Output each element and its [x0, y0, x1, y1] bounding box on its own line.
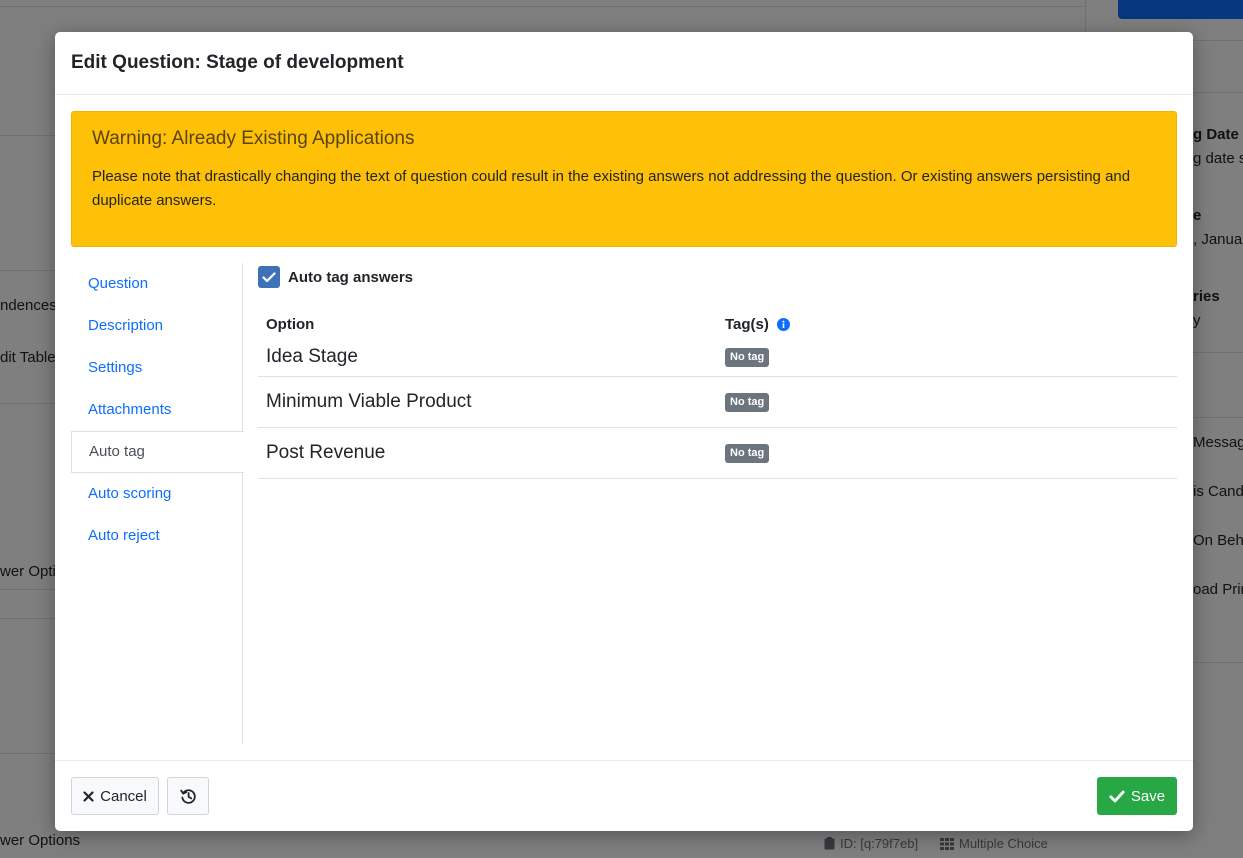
modal-footer: Cancel Save: [55, 760, 1193, 831]
tag-cell: No tag: [725, 347, 770, 367]
tag-cell: No tag: [725, 392, 770, 412]
table-row: Minimum Viable Product No tag: [258, 377, 1177, 428]
table-row: Post Revenue No tag: [258, 428, 1177, 479]
nav-item-description[interactable]: Description: [71, 305, 242, 347]
column-header-tags-label: Tag(s): [725, 316, 769, 333]
option-label: Minimum Viable Product: [266, 391, 472, 412]
edit-question-modal: Edit Question: Stage of development Warn…: [55, 32, 1193, 831]
auto-tag-toggle-row: Auto tag answers: [258, 265, 1177, 289]
auto-tag-checkbox[interactable]: [258, 266, 280, 288]
modal-title: Edit Question: Stage of development: [71, 52, 404, 73]
tag-cell: No tag: [725, 443, 770, 463]
option-label: Idea Stage: [266, 345, 358, 367]
check-icon: [1109, 790, 1125, 802]
save-button-label: Save: [1130, 787, 1166, 805]
auto-tag-panel: Auto tag answers Option Tag(s) Idea Stag…: [258, 263, 1177, 479]
no-tag-badge[interactable]: No tag: [725, 347, 770, 367]
table-row: Idea Stage No tag: [258, 337, 1177, 377]
save-button[interactable]: Save: [1097, 777, 1177, 815]
checkmark-icon: [262, 271, 276, 282]
cancel-button[interactable]: Cancel: [71, 777, 159, 815]
question-settings-nav: Question Description Settings Attachment…: [71, 263, 244, 744]
alert-text: Please note that drastically changing th…: [92, 168, 1131, 209]
table-header: Option Tag(s): [258, 307, 1177, 337]
auto-tag-checkbox-label[interactable]: Auto tag answers: [288, 269, 413, 286]
history-button[interactable]: [167, 777, 209, 815]
no-tag-badge[interactable]: No tag: [725, 393, 770, 412]
option-label: Post Revenue: [266, 442, 386, 463]
info-icon[interactable]: [776, 318, 790, 331]
alert-heading: Warning: Already Existing Applications: [92, 128, 415, 149]
warning-alert: Warning: Already Existing Applications P…: [71, 111, 1177, 247]
nav-item-attachments[interactable]: Attachments: [71, 389, 242, 431]
nav-item-settings[interactable]: Settings: [71, 347, 242, 389]
nav-item-auto-scoring[interactable]: Auto scoring: [71, 473, 242, 515]
history-icon: [179, 788, 196, 804]
cancel-button-label: Cancel: [100, 787, 147, 805]
nav-item-question[interactable]: Question: [71, 263, 242, 305]
nav-item-auto-tag[interactable]: Auto tag: [71, 431, 244, 473]
tag-table: Option Tag(s) Idea Stage No tag Minimum …: [258, 307, 1177, 479]
column-header-option: Option: [266, 316, 315, 333]
nav-item-auto-reject[interactable]: Auto reject: [71, 515, 242, 557]
modal-header: Edit Question: Stage of development: [55, 32, 1193, 95]
no-tag-badge[interactable]: No tag: [725, 444, 770, 463]
column-header-tags: Tag(s): [725, 316, 790, 333]
close-icon: [83, 790, 94, 802]
